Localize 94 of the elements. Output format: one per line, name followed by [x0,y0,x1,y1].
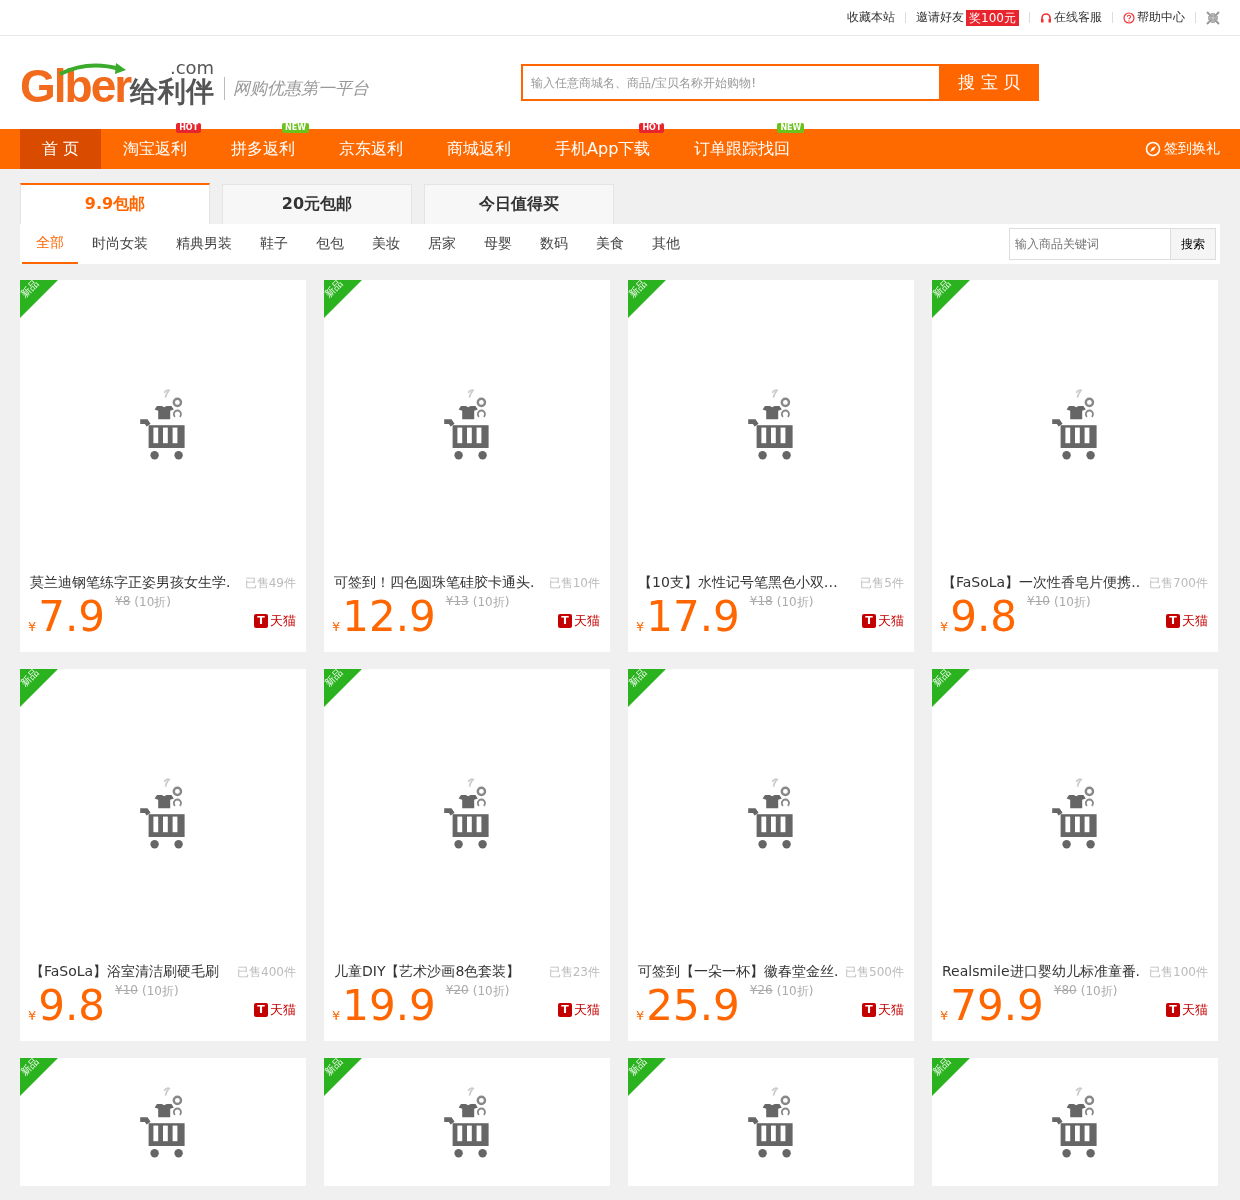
category-tab[interactable]: 母婴 [470,224,526,264]
platform-name: 天猫 [878,1001,904,1019]
sold-count: 已售49件 [244,574,296,592]
platform-mark: T [254,614,268,628]
nav-badge: HOT [639,123,665,133]
sold-count: 已售10件 [548,574,600,592]
platform-name: 天猫 [574,612,600,630]
compass-icon [1145,141,1161,157]
sold-count: 已售500件 [845,963,904,981]
platform-mark: T [254,1003,268,1017]
search-field[interactable]: 输入任意商城名、商品/宝贝名称开始购物! [521,64,940,101]
original-price: ¥80 [1053,983,1077,999]
product-title[interactable]: 莫兰迪钢笔练字正姿男孩女生学. [30,574,231,592]
product-title[interactable]: Realsmile进口婴幼儿标准童番. [942,963,1140,981]
nav-badge: NEW [777,123,805,133]
category-tab[interactable]: 数码 [526,224,582,264]
currency-sign: ¥ [28,619,37,634]
sold-count: 已售100件 [1149,963,1208,981]
sold-count: 已售5件 [860,574,904,592]
category-tab[interactable]: 居家 [414,224,470,264]
original-price: ¥13 [445,594,469,610]
platform-name: 天猫 [574,1001,600,1019]
deal-tab[interactable]: 今日值得买 [424,184,614,224]
product-title[interactable]: 【FaSoLa】浴室清洁刷硬毛刷 [30,963,220,981]
discount: (10折) [1054,594,1091,611]
category-tab[interactable]: 时尚女装 [78,224,162,264]
sold-count: 已售700件 [1149,574,1208,592]
deal-tab[interactable]: 20元包邮 [222,184,412,224]
currency-sign: ¥ [940,1008,949,1023]
price: 19.9 [342,983,436,1029]
price: 9.8 [950,594,1018,640]
original-price: ¥18 [749,594,773,610]
product-title[interactable]: 可签到！四色圆珠笔硅胶卡通头. [334,574,535,592]
original-price: ¥10 [1027,594,1050,610]
currency-sign: ¥ [636,1008,645,1023]
discount: (10折) [776,983,814,1000]
original-price: ¥10 [115,983,138,999]
bookmark-link[interactable]: 收藏本站 [847,9,896,26]
original-price: ¥26 [749,983,773,999]
platform-name: 天猫 [1182,612,1208,630]
category-tab[interactable]: 美妆 [358,224,414,264]
discount: (10折) [472,594,510,611]
discount: (10折) [776,594,814,611]
platform-mark: T [1166,1003,1180,1017]
currency-sign: ¥ [940,619,949,634]
service-link[interactable]: 在线客服 [1040,9,1102,26]
category-tab[interactable]: 其他 [638,224,694,264]
price: 7.9 [38,594,106,640]
price: 79.9 [950,983,1044,1029]
platform-mark: T [1166,614,1180,628]
currency-sign: ¥ [28,1008,37,1023]
slogan: 网购优惠第一平台 [224,77,370,100]
nav-badge: HOT [176,123,202,133]
currency-sign: ¥ [636,619,645,634]
discount: (10折) [472,983,510,1000]
currency-sign: ¥ [332,619,341,634]
help-icon [1123,11,1135,24]
original-price: ¥8 [115,594,131,610]
platform-name: 天猫 [270,1001,296,1019]
platform-mark: T [862,614,876,628]
headset-icon [1040,11,1052,24]
sold-count: 已售400件 [237,963,296,981]
keyword-field[interactable]: 输入商品关键词 [1009,228,1170,260]
product-title[interactable]: 【FaSoLa】一次性香皂片便携.. [942,574,1141,592]
product-title[interactable]: 儿童DIY【艺术沙画8色套装】 [334,963,521,981]
nav-badge: NEW [282,123,310,133]
platform-name: 天猫 [1182,1001,1208,1019]
original-price: ¥20 [445,983,469,999]
price: 12.9 [342,594,436,640]
category-tab[interactable]: 鞋子 [246,224,302,264]
collapse-icon[interactable] [1206,10,1220,25]
invite-link[interactable]: 邀请好友 [916,9,965,26]
category-tab[interactable]: 美食 [582,224,638,264]
discount: (10折) [1080,983,1118,1000]
currency-sign: ¥ [332,1008,341,1023]
product-title[interactable]: 可签到【一朵一杯】徽春堂金丝. [638,963,839,981]
discount: (10折) [134,594,171,611]
platform-mark: T [558,1003,572,1017]
nav-tab[interactable]: 首 页 [20,129,102,169]
product-title[interactable]: 【10支】水性记号笔黑色小双… [638,574,838,592]
price: 9.8 [38,983,106,1029]
category-tab[interactable]: 包包 [302,224,358,264]
help-link[interactable]: 帮助中心 [1123,9,1185,26]
keyword-search-button[interactable]: 搜索 [1170,228,1216,260]
price: 17.9 [646,594,740,640]
reward-badge: 奖100元 [966,9,1019,26]
sold-count: 已售23件 [548,963,600,981]
platform-name: 天猫 [878,612,904,630]
category-tab[interactable]: 精典男装 [162,224,246,264]
platform-mark: T [558,614,572,628]
price: 25.9 [646,983,740,1029]
platform-mark: T [862,1003,876,1017]
platform-name: 天猫 [270,612,296,630]
discount: (10折) [142,983,179,1000]
